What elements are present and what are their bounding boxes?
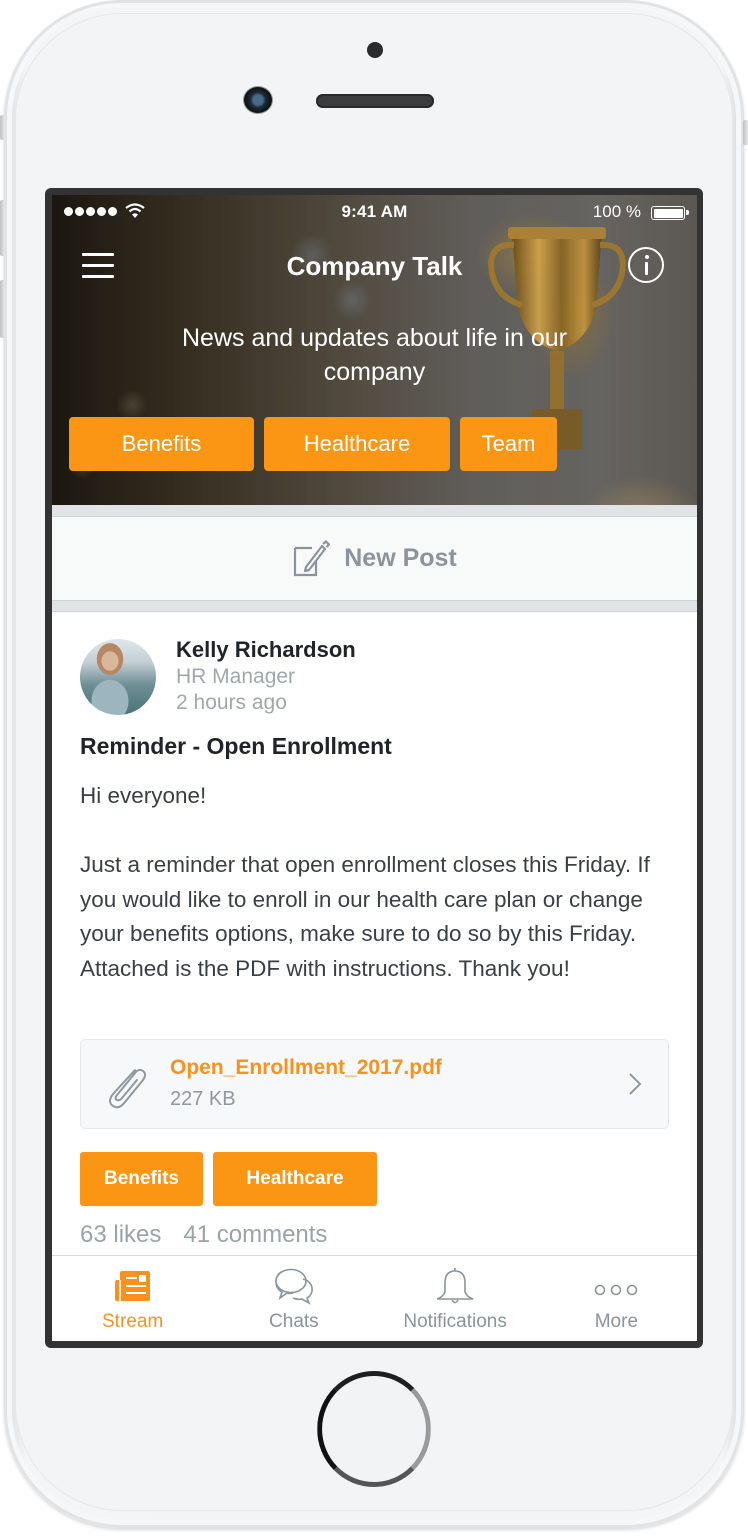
earpiece-speaker: [316, 94, 434, 108]
battery-icon: [651, 206, 689, 220]
mute-switch: [0, 115, 5, 140]
post-author[interactable]: Kelly Richardson: [176, 637, 356, 663]
newspaper-icon: [114, 1271, 150, 1301]
tab-label: Notifications: [403, 1311, 507, 1332]
comments-count[interactable]: 41 comments: [183, 1221, 327, 1249]
home-button[interactable]: [317, 1371, 431, 1487]
hero-subtitle: News and updates about life in our compa…: [182, 324, 567, 386]
avatar[interactable]: [80, 639, 156, 715]
bell-icon: [436, 1268, 474, 1304]
post-timestamp: 2 hours ago: [176, 691, 287, 714]
likes-count[interactable]: 63 likes: [80, 1221, 161, 1249]
status-bar: 9:41 AM 100 %: [52, 195, 697, 231]
volume-down-button: [0, 280, 5, 338]
section-divider: [52, 505, 697, 517]
screen: 9:41 AM 100 % Company Talk News and upda…: [52, 195, 697, 1341]
post-body: Hi everyone! Just a reminder that open e…: [80, 783, 650, 981]
chat-bubbles-icon: [275, 1268, 313, 1305]
tab-label: Chats: [269, 1311, 319, 1332]
section-divider: [52, 600, 697, 612]
tag-team[interactable]: Team: [460, 417, 557, 471]
new-post-button[interactable]: New Post: [52, 517, 697, 600]
hero-header: 9:41 AM 100 % Company Talk News and upda…: [52, 195, 697, 505]
post-tag-list: Benefits Healthcare: [80, 1152, 377, 1206]
tab-notifications[interactable]: Notifications: [375, 1256, 536, 1341]
tab-bar: Stream Chats Notifications More: [52, 1255, 697, 1341]
tab-more[interactable]: More: [536, 1256, 697, 1341]
tab-label: More: [594, 1311, 639, 1332]
edit-icon: [294, 539, 331, 576]
tab-chats[interactable]: Chats: [213, 1256, 374, 1341]
tag-benefits[interactable]: Benefits: [69, 417, 254, 471]
tab-label: Stream: [102, 1311, 164, 1332]
volume-up-button: [0, 200, 5, 256]
attachment-file-name: Open_Enrollment_2017.pdf: [170, 1056, 442, 1079]
app-title: Company Talk: [286, 251, 463, 281]
post-tag-benefits[interactable]: Benefits: [80, 1152, 203, 1206]
header-tag-list: Benefits Healthcare Team: [69, 417, 557, 471]
tag-healthcare[interactable]: Healthcare: [264, 417, 450, 471]
info-button[interactable]: [628, 247, 664, 283]
tab-stream[interactable]: Stream: [52, 1256, 213, 1341]
front-camera: [244, 87, 272, 113]
chevron-right-icon: [629, 1073, 642, 1095]
post-title: Reminder - Open Enrollment: [80, 733, 392, 759]
proximity-sensor: [367, 42, 383, 58]
more-dots-icon: [595, 1284, 638, 1296]
attachment-file-size: 227 KB: [170, 1088, 236, 1110]
post-stats: 63 likes 41 comments: [80, 1221, 327, 1249]
new-post-label: New Post: [344, 544, 457, 572]
post-tag-healthcare[interactable]: Healthcare: [213, 1152, 377, 1206]
author-role: HR Manager: [176, 665, 296, 688]
paperclip-icon: [109, 1068, 146, 1109]
battery-percentage: 100 %: [592, 202, 641, 221]
attachment[interactable]: Open_Enrollment_2017.pdf 227 KB: [80, 1039, 669, 1129]
side-button: [743, 120, 748, 145]
hero-content: 9:41 AM 100 % Company Talk News and upda…: [52, 195, 697, 505]
